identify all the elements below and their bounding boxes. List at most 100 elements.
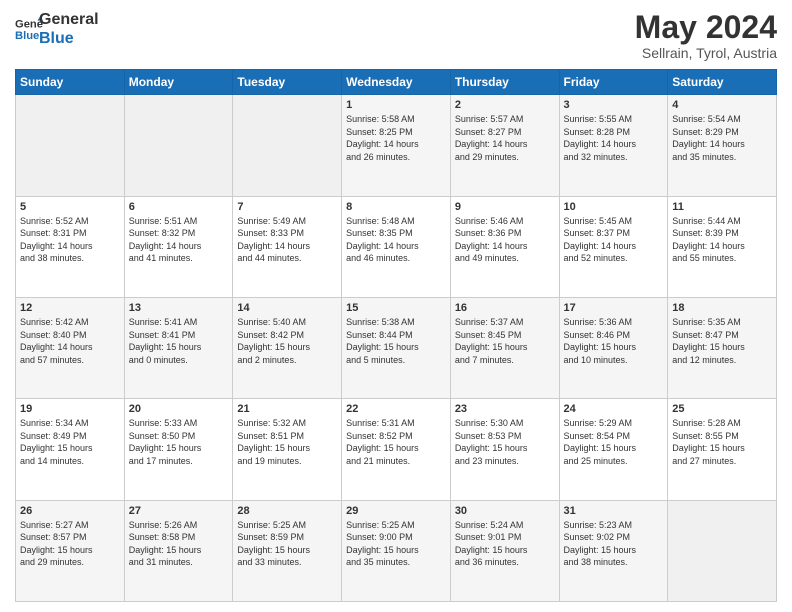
day-info: Sunrise: 5:46 AMSunset: 8:36 PMDaylight:… [455, 215, 555, 265]
calendar-cell: 30Sunrise: 5:24 AMSunset: 9:01 PMDayligh… [450, 500, 559, 601]
calendar-cell: 27Sunrise: 5:26 AMSunset: 8:58 PMDayligh… [124, 500, 233, 601]
day-header-monday: Monday [124, 70, 233, 95]
calendar-cell [233, 95, 342, 196]
day-info: Sunrise: 5:34 AMSunset: 8:49 PMDaylight:… [20, 417, 120, 467]
day-header-tuesday: Tuesday [233, 70, 342, 95]
calendar-cell: 13 Sunrise: 5:41 AMSunset: 8:41 PMDayligh… [124, 297, 233, 398]
calendar-cell: 9 Sunrise: 5:46 AMSunset: 8:36 PMDaylight… [450, 196, 559, 297]
calendar-cell: 6 Sunrise: 5:51 AMSunset: 8:32 PMDaylight… [124, 196, 233, 297]
day-number: 9 [455, 201, 555, 213]
month-title: May 2024 [635, 10, 777, 45]
day-number: 28 [237, 505, 337, 517]
day-info: Sunrise: 5:38 AMSunset: 8:44 PMDaylight:… [346, 316, 446, 366]
calendar-cell: 21Sunrise: 5:32 AMSunset: 8:51 PMDayligh… [233, 399, 342, 500]
week-row-5: 26 Sunrise: 5:27 AMSunset: 8:57 PMDayligh… [16, 500, 777, 601]
day-number: 26 [20, 505, 120, 517]
calendar-cell: 15Sunrise: 5:38 AMSunset: 8:44 PMDayligh… [342, 297, 451, 398]
page: General Blue General Blue May 2024 Sellr… [0, 0, 792, 612]
day-info: Sunrise: 5:45 AMSunset: 8:37 PMDaylight:… [564, 215, 664, 265]
day-info: Sunrise: 5:36 AMSunset: 8:46 PMDaylight:… [564, 316, 664, 366]
day-info: Sunrise: 5:31 AMSunset: 8:52 PMDaylight:… [346, 417, 446, 467]
day-info: Sunrise: 5:55 AMSunset: 8:28 PMDaylight:… [564, 113, 664, 163]
calendar-cell: 24 Sunrise: 5:29 AMSunset: 8:54 PMDayligh… [559, 399, 668, 500]
day-number: 27 [129, 505, 229, 517]
day-number: 13 [129, 302, 229, 314]
day-info: Sunrise: 5:48 AMSunset: 8:35 PMDaylight:… [346, 215, 446, 265]
calendar-cell: 14 Sunrise: 5:40 AMSunset: 8:42 PMDayligh… [233, 297, 342, 398]
calendar-cell: 5 Sunrise: 5:52 AMSunset: 8:31 PMDaylight… [16, 196, 125, 297]
day-info: Sunrise: 5:23 AMSunset: 9:02 PMDaylight:… [564, 519, 664, 569]
day-header-wednesday: Wednesday [342, 70, 451, 95]
calendar-cell: 31 Sunrise: 5:23 AMSunset: 9:02 PMDayligh… [559, 500, 668, 601]
day-info: Sunrise: 5:35 AMSunset: 8:47 PMDaylight:… [672, 316, 772, 366]
calendar-cell [668, 500, 777, 601]
logo-line1: General [39, 10, 99, 29]
day-info: Sunrise: 5:24 AMSunset: 9:01 PMDaylight:… [455, 519, 555, 569]
day-info: Sunrise: 5:37 AMSunset: 8:45 PMDaylight:… [455, 316, 555, 366]
day-number: 24 [564, 403, 664, 415]
week-row-2: 5 Sunrise: 5:52 AMSunset: 8:31 PMDaylight… [16, 196, 777, 297]
header: General Blue General Blue May 2024 Sellr… [15, 10, 777, 61]
day-number: 6 [129, 201, 229, 213]
day-number: 4 [672, 99, 772, 111]
day-info: Sunrise: 5:44 AMSunset: 8:39 PMDaylight:… [672, 215, 772, 265]
calendar-cell: 20Sunrise: 5:33 AMSunset: 8:50 PMDayligh… [124, 399, 233, 500]
day-number: 2 [455, 99, 555, 111]
calendar-cell: 3 Sunrise: 5:55 AMSunset: 8:28 PMDaylight… [559, 95, 668, 196]
day-number: 8 [346, 201, 446, 213]
day-header-thursday: Thursday [450, 70, 559, 95]
logo: General Blue General Blue [15, 10, 99, 48]
day-info: Sunrise: 5:57 AMSunset: 8:27 PMDaylight:… [455, 113, 555, 163]
day-number: 11 [672, 201, 772, 213]
calendar-cell [16, 95, 125, 196]
day-info: Sunrise: 5:25 AMSunset: 8:59 PMDaylight:… [237, 519, 337, 569]
day-info: Sunrise: 5:52 AMSunset: 8:31 PMDaylight:… [20, 215, 120, 265]
day-header-saturday: Saturday [668, 70, 777, 95]
day-number: 21 [237, 403, 337, 415]
title-block: May 2024 Sellrain, Tyrol, Austria [635, 10, 777, 61]
calendar-cell: 12 Sunrise: 5:42 AMSunset: 8:40 PMDayligh… [16, 297, 125, 398]
day-info: Sunrise: 5:42 AMSunset: 8:40 PMDaylight:… [20, 316, 120, 366]
day-number: 1 [346, 99, 446, 111]
day-info: Sunrise: 5:58 AMSunset: 8:25 PMDaylight:… [346, 113, 446, 163]
calendar-cell: 8 Sunrise: 5:48 AMSunset: 8:35 PMDaylight… [342, 196, 451, 297]
day-number: 16 [455, 302, 555, 314]
day-number: 19 [20, 403, 120, 415]
week-row-3: 12 Sunrise: 5:42 AMSunset: 8:40 PMDayligh… [16, 297, 777, 398]
day-info: Sunrise: 5:30 AMSunset: 8:53 PMDaylight:… [455, 417, 555, 467]
day-info: Sunrise: 5:51 AMSunset: 8:32 PMDaylight:… [129, 215, 229, 265]
day-number: 14 [237, 302, 337, 314]
day-number: 31 [564, 505, 664, 517]
calendar-header-row: SundayMondayTuesdayWednesdayThursdayFrid… [16, 70, 777, 95]
calendar-cell: 4 Sunrise: 5:54 AMSunset: 8:29 PMDaylight… [668, 95, 777, 196]
day-header-sunday: Sunday [16, 70, 125, 95]
day-number: 29 [346, 505, 446, 517]
calendar-cell: 23 Sunrise: 5:30 AMSunset: 8:53 PMDayligh… [450, 399, 559, 500]
day-info: Sunrise: 5:49 AMSunset: 8:33 PMDaylight:… [237, 215, 337, 265]
day-number: 17 [564, 302, 664, 314]
calendar-cell: 17 Sunrise: 5:36 AMSunset: 8:46 PMDayligh… [559, 297, 668, 398]
calendar-cell [124, 95, 233, 196]
day-number: 25 [672, 403, 772, 415]
calendar-cell: 7Sunrise: 5:49 AMSunset: 8:33 PMDaylight… [233, 196, 342, 297]
calendar-cell: 22Sunrise: 5:31 AMSunset: 8:52 PMDayligh… [342, 399, 451, 500]
day-info: Sunrise: 5:29 AMSunset: 8:54 PMDaylight:… [564, 417, 664, 467]
calendar-cell: 28 Sunrise: 5:25 AMSunset: 8:59 PMDayligh… [233, 500, 342, 601]
day-info: Sunrise: 5:41 AMSunset: 8:41 PMDaylight:… [129, 316, 229, 366]
calendar-cell: 18 Sunrise: 5:35 AMSunset: 8:47 PMDayligh… [668, 297, 777, 398]
day-info: Sunrise: 5:40 AMSunset: 8:42 PMDaylight:… [237, 316, 337, 366]
day-header-friday: Friday [559, 70, 668, 95]
day-number: 10 [564, 201, 664, 213]
day-info: Sunrise: 5:54 AMSunset: 8:29 PMDaylight:… [672, 113, 772, 163]
calendar-cell: 29Sunrise: 5:25 AMSunset: 9:00 PMDayligh… [342, 500, 451, 601]
day-number: 12 [20, 302, 120, 314]
day-number: 3 [564, 99, 664, 111]
day-info: Sunrise: 5:27 AMSunset: 8:57 PMDaylight:… [20, 519, 120, 569]
calendar-cell: 26 Sunrise: 5:27 AMSunset: 8:57 PMDayligh… [16, 500, 125, 601]
calendar-cell: 16 Sunrise: 5:37 AMSunset: 8:45 PMDayligh… [450, 297, 559, 398]
logo-line2: Blue [39, 29, 99, 48]
calendar-cell: 25Sunrise: 5:28 AMSunset: 8:55 PMDayligh… [668, 399, 777, 500]
day-number: 18 [672, 302, 772, 314]
day-number: 5 [20, 201, 120, 213]
day-number: 23 [455, 403, 555, 415]
